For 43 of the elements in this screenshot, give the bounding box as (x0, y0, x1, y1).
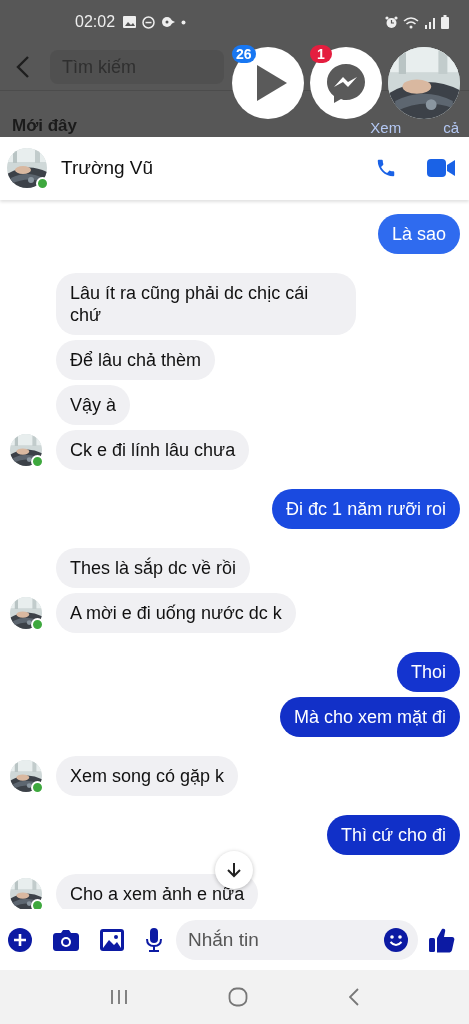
message-bubble: Đi đc 1 năm rưỡi roi (272, 488, 460, 529)
add-icon[interactable] (8, 927, 32, 952)
message-bubble: Thes là sắp dc về rồi (56, 547, 251, 588)
thumbs-up-icon[interactable] (429, 926, 455, 953)
do-not-disturb-icon (142, 15, 156, 29)
count-badge: 26 (232, 45, 256, 63)
message-bubble: Xem song có gặp k (56, 755, 239, 796)
microphone-icon[interactable] (145, 927, 163, 952)
recent-apps-icon[interactable] (110, 989, 129, 1005)
wifi-icon (403, 15, 419, 29)
emoji-icon[interactable] (384, 927, 408, 952)
message-bubble: Mà cho xem mặt đi (279, 696, 460, 737)
messenger-icon (324, 61, 368, 105)
alarm-icon (385, 15, 398, 29)
message-bubble: Là sao (377, 213, 460, 254)
message-bubble: Thoi (397, 651, 460, 692)
image-icon (123, 16, 137, 28)
message-bubble: Ck e đi lính lâu chưa (56, 429, 250, 470)
message-bubble: Thì cứ cho đi (326, 814, 460, 855)
chat-head[interactable]: 26 (232, 47, 304, 119)
message-bubble: A mời e đi uống nước dc k (56, 592, 296, 633)
image-icon[interactable] (100, 928, 124, 951)
see-all-link[interactable]: cả (443, 119, 459, 136)
contact-name: Trường Vũ (61, 157, 154, 180)
message-bubble: Cho a xem ảnh e nữa (56, 873, 259, 910)
message-bubble: Vậy à (56, 384, 131, 425)
back-icon[interactable] (348, 988, 359, 1006)
chat-bubble-icon (161, 16, 176, 28)
battery-icon (441, 15, 449, 29)
see-all-link[interactable]: Xem (370, 119, 402, 136)
count-badge: 1 (310, 45, 332, 63)
camera-icon[interactable] (53, 928, 79, 951)
message-bubble: Lâu ít ra cũng phải dc chịc cái chứ (56, 272, 356, 335)
message-bubble: Để lâu chả thèm (56, 339, 216, 380)
signal-icon (424, 15, 436, 29)
home-icon[interactable] (228, 987, 249, 1007)
scroll-down-icon[interactable] (227, 862, 241, 878)
status-time: 02:02 (75, 13, 116, 31)
section-title: Mới đây (12, 116, 77, 136)
dot-icon (181, 19, 187, 25)
chat-head[interactable]: 1 (310, 47, 382, 119)
video-camera-icon[interactable] (427, 159, 455, 178)
message-field[interactable]: Nhắn tin (176, 919, 418, 960)
